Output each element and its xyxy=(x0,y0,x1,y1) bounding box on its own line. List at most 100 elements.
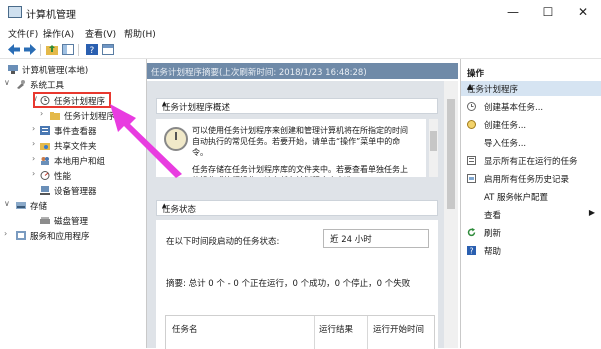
overview-paragraph: 任务存储在任务计划程序库的文件夹中。若要查看单独任务上的操作或执行操作，请在任务… xyxy=(192,165,408,177)
menu-action[interactable]: 操作(A) xyxy=(43,27,74,40)
toolbar-separator xyxy=(40,44,41,56)
chevron-right-icon[interactable]: › xyxy=(32,154,40,163)
folder-icon xyxy=(50,112,60,120)
shared-folder-icon xyxy=(40,143,50,150)
status-period-select[interactable]: 近 24 小时 ∨ xyxy=(323,229,429,248)
action-create-basic-task[interactable]: 创建基本任务... xyxy=(461,99,601,115)
tree-node-disk-management[interactable]: 磁盘管理 xyxy=(30,214,144,228)
close-button[interactable]: ✕ xyxy=(566,2,600,22)
task-status-box: 在以下时间段启动的任务状态: 近 24 小时 ∨ 摘要: 总计 0 个 - 0 … xyxy=(156,220,438,349)
action-import-task[interactable]: 导入任务... xyxy=(461,135,601,151)
show-hide-tree-icon[interactable] xyxy=(62,44,74,55)
menu-help[interactable]: 帮助(H) xyxy=(124,27,156,40)
forward-icon[interactable] xyxy=(24,44,36,55)
scroll-thumb[interactable] xyxy=(430,131,437,151)
history-icon xyxy=(467,174,476,183)
svg-text:?: ? xyxy=(470,247,474,256)
tree-label: 存储 xyxy=(30,202,48,212)
create-basic-task-icon xyxy=(467,102,476,111)
device-manager-icon xyxy=(40,186,50,195)
scroll-thumb[interactable] xyxy=(447,99,455,209)
up-folder-icon[interactable] xyxy=(46,44,58,55)
overview-text: 可以使用任务计划程序来创建和管理计算机将在所指定的时间自动执行的常见任务。若要开… xyxy=(192,125,414,177)
overview-scrollbar[interactable] xyxy=(429,119,438,177)
tree-node-device-manager[interactable]: 设备管理器 xyxy=(38,184,144,198)
computer-icon xyxy=(8,65,18,74)
collapse-icon[interactable]: ▴ xyxy=(162,201,432,211)
chevron-right-icon[interactable]: › xyxy=(40,109,48,118)
summary-content: 任务计划程序概述 ▴ 可以使用任务计划程序来创建和管理计算机将在所指定的时间自动… xyxy=(147,81,444,349)
tree-label: 计算机管理(本地) xyxy=(22,66,89,76)
computer-management-icon xyxy=(8,6,22,18)
action-enable-history[interactable]: 启用所有任务历史记录 xyxy=(461,171,601,187)
task-table-header: 任务名 运行结果 运行开始时间 xyxy=(165,315,435,349)
chevron-right-icon[interactable]: › xyxy=(32,169,40,178)
tree-node-services[interactable]: › 服务和应用程序 xyxy=(4,229,144,243)
back-icon[interactable] xyxy=(8,44,20,55)
task-summary: 摘要: 总计 0 个 - 0 个正在运行，0 个成功，0 个停止，0 个失败 xyxy=(166,279,411,289)
minimize-button[interactable]: — xyxy=(496,2,530,22)
action-view[interactable]: 查看 ▶ xyxy=(461,207,601,223)
actions-header: 操作 xyxy=(461,65,601,79)
task-status-section-header[interactable]: 任务状态 ▴ xyxy=(156,200,438,216)
help-icon[interactable]: ? xyxy=(86,44,98,55)
event-viewer-icon xyxy=(40,126,50,135)
action-label: 创建基本任务... xyxy=(484,103,544,113)
chevron-right-icon[interactable]: › xyxy=(32,124,40,133)
disk-icon xyxy=(40,217,50,224)
tree-label: 共享文件夹 xyxy=(54,142,97,152)
menu-bar: 文件(F) 操作(A) 查看(V) 帮助(H) xyxy=(0,24,601,42)
chevron-down-icon[interactable]: ∨ xyxy=(4,78,12,87)
tree-node-root[interactable]: 计算机管理(本地) xyxy=(4,63,144,77)
tree-label: 性能 xyxy=(54,172,72,182)
services-icon xyxy=(16,231,26,240)
actions-pane: 操作 任务计划程序 ▲ 创建基本任务... 创建任务... 导入任务... 显示… xyxy=(460,59,601,348)
overview-section-header[interactable]: 任务计划程序概述 ▴ xyxy=(156,98,438,114)
main-scrollbar[interactable] xyxy=(444,81,458,348)
tree-label: 事件查看器 xyxy=(54,127,97,137)
overview-paragraph: 可以使用任务计划程序来创建和管理计算机将在所指定的时间自动执行的常见任务。若要开… xyxy=(192,126,408,157)
summary-header-text: 任务计划程序摘要(上次刷新时间: 2018/1/23 16:48:28) xyxy=(151,68,367,78)
annotation-arrow-icon xyxy=(110,104,182,178)
action-label: AT 服务帐户配置 xyxy=(484,193,549,203)
tree-node-system-tools[interactable]: ∨ 系统工具 xyxy=(4,78,144,92)
action-label: 启用所有任务历史记录 xyxy=(484,175,570,185)
action-at-service-account[interactable]: AT 服务帐户配置 xyxy=(461,189,601,205)
action-help[interactable]: ? 帮助 xyxy=(461,243,601,259)
action-label: 创建任务... xyxy=(484,121,527,131)
tree-node-storage[interactable]: ∨ 存储 xyxy=(4,199,144,213)
actions-title: 操作 xyxy=(467,69,485,79)
collapse-icon[interactable]: ▴ xyxy=(162,99,432,109)
column-header[interactable]: 运行开始时间 xyxy=(373,323,424,335)
chevron-right-icon[interactable]: › xyxy=(32,139,40,148)
menu-view[interactable]: 查看(V) xyxy=(85,27,116,40)
storage-icon xyxy=(16,202,26,209)
action-label: 显示所有正在运行的任务 xyxy=(484,157,578,167)
chevron-down-icon[interactable]: ∨ xyxy=(4,199,12,208)
main-panel: 任务计划程序摘要(上次刷新时间: 2018/1/23 16:48:28) 任务计… xyxy=(147,59,458,349)
column-divider[interactable] xyxy=(314,316,315,349)
performance-icon xyxy=(40,171,50,180)
maximize-button[interactable]: ☐ xyxy=(531,2,565,22)
tree-label: 设备管理器 xyxy=(54,187,97,197)
menu-file[interactable]: 文件(F) xyxy=(8,27,38,40)
summary-header: 任务计划程序摘要(上次刷新时间: 2018/1/23 16:48:28) xyxy=(147,63,458,79)
window-title: 计算机管理 xyxy=(26,10,76,21)
collapse-icon[interactable]: ▲ xyxy=(467,82,596,91)
properties-icon[interactable] xyxy=(102,44,114,55)
action-label: 刷新 xyxy=(484,229,502,239)
action-show-running-tasks[interactable]: 显示所有正在运行的任务 xyxy=(461,153,601,169)
create-task-icon xyxy=(467,120,476,129)
chevron-down-icon: ∨ xyxy=(330,232,336,241)
status-label: 在以下时间段启动的任务状态: xyxy=(166,237,280,247)
column-header[interactable]: 任务名 xyxy=(172,323,198,335)
tree-label: 服务和应用程序 xyxy=(30,232,90,242)
chevron-right-icon[interactable]: › xyxy=(4,229,12,238)
title-bar: 计算机管理 — ☐ ✕ xyxy=(0,0,601,24)
column-header[interactable]: 运行结果 xyxy=(319,323,353,335)
column-divider[interactable] xyxy=(367,316,368,349)
action-refresh[interactable]: 刷新 xyxy=(461,225,601,241)
svg-text:?: ? xyxy=(90,46,95,55)
action-create-task[interactable]: 创建任务... xyxy=(461,117,601,133)
actions-group-task-scheduler[interactable]: 任务计划程序 ▲ xyxy=(461,81,601,96)
